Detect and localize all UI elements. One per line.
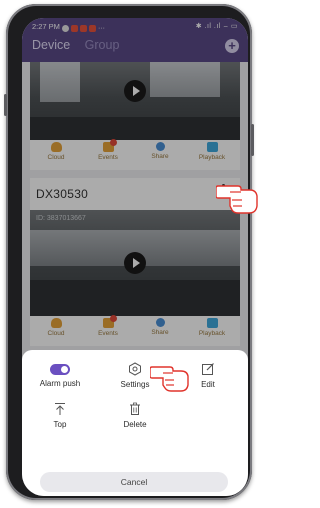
volume-button xyxy=(4,94,7,116)
alarm-push-toggle[interactable]: Alarm push xyxy=(30,364,90,388)
power-button xyxy=(251,124,254,156)
pointer-hand-icon xyxy=(216,185,258,214)
arrow-top-icon xyxy=(55,403,65,415)
delete-button[interactable]: Delete xyxy=(105,402,165,429)
edit-icon xyxy=(202,363,214,375)
sheet-item-label: Alarm push xyxy=(39,379,81,388)
sheet-item-label: Delete xyxy=(123,420,147,429)
toggle-icon[interactable] xyxy=(50,364,70,375)
trash-icon xyxy=(130,402,140,415)
cancel-button[interactable]: Cancel xyxy=(40,472,228,492)
sheet-item-label: Top xyxy=(53,420,67,429)
device-options-sheet: Alarm push Settings Edit Top Delete Canc… xyxy=(22,350,248,496)
hexagon-gear-icon xyxy=(129,362,141,376)
pointer-hand-icon xyxy=(150,366,189,392)
top-button[interactable]: Top xyxy=(30,402,90,429)
app-screen: 2:27 PM ··· ✱ .ıl .ıl ⌢ ▭ Device Group +… xyxy=(22,18,248,496)
